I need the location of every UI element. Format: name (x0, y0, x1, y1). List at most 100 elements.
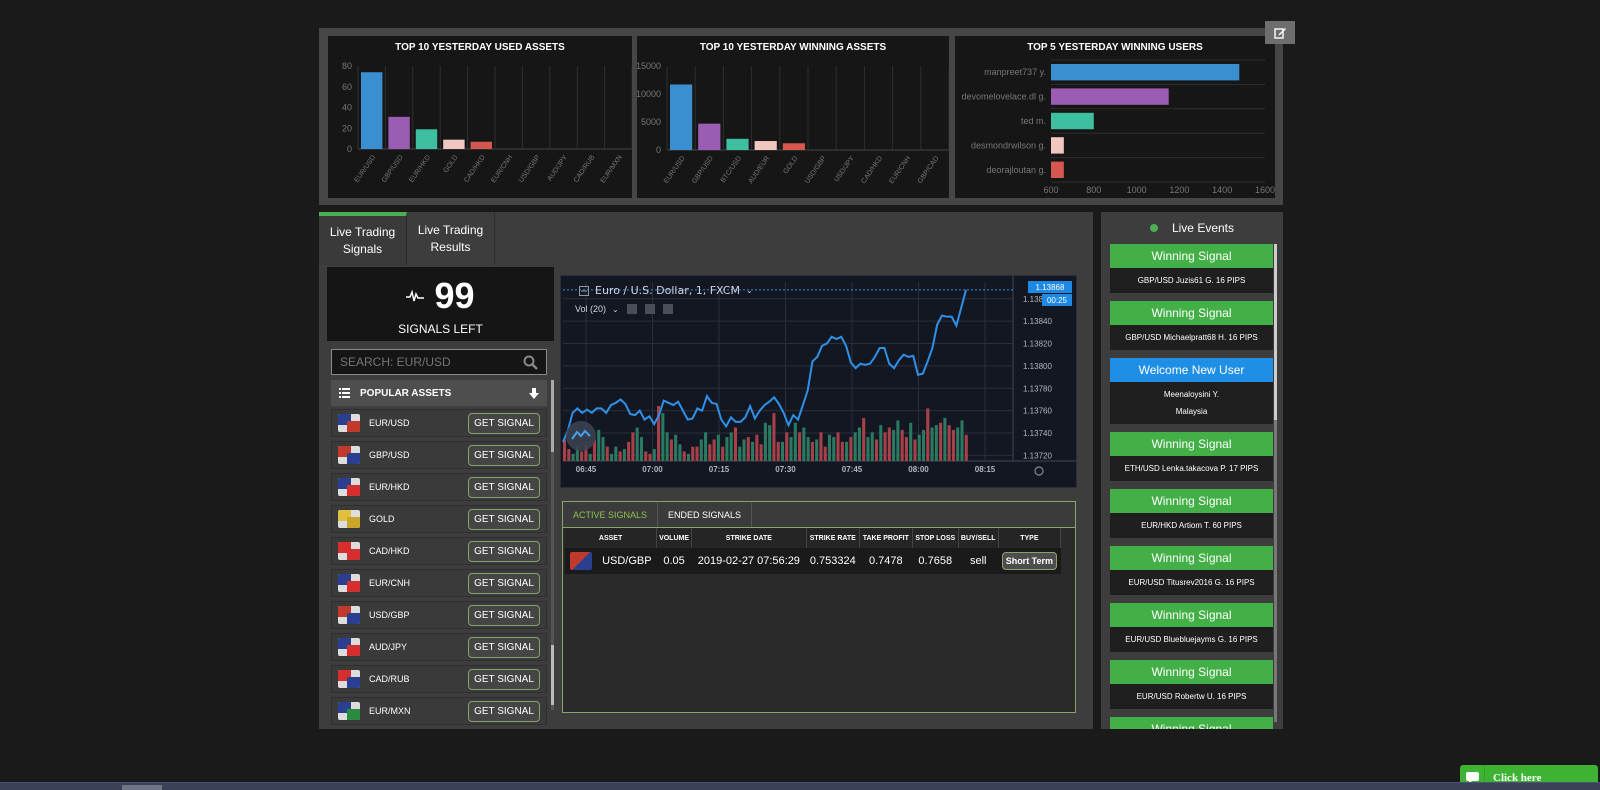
volume-bar (627, 441, 631, 461)
volume-bar (768, 425, 772, 461)
tab-label: Results (430, 239, 471, 254)
bar (470, 141, 492, 149)
bar (1051, 137, 1064, 154)
volume-indicator-row: Vol (20) ⌄ (575, 304, 673, 314)
popular-assets-header[interactable]: POPULAR ASSETS (331, 380, 547, 406)
volume-bar (618, 451, 622, 461)
settings-icon[interactable] (644, 304, 655, 314)
event-body: GBP/USD Juzis61 G. 16 PIPS (1110, 268, 1273, 293)
volume-bar (644, 451, 648, 461)
event-line: GBP/USD Juzis61 G. 16 PIPS (1137, 276, 1246, 285)
get-signal-button[interactable]: GET SIGNAL (468, 604, 540, 626)
volume-bar (810, 441, 814, 461)
get-signal-button[interactable]: GET SIGNAL (468, 508, 540, 530)
volume-bar (806, 437, 810, 461)
time-axis-label: 07:00 (642, 465, 663, 474)
column-header: STOP LOSS (912, 528, 959, 548)
get-signal-button[interactable]: GET SIGNAL (468, 636, 540, 658)
volume-bar (742, 439, 746, 461)
volume-bar (639, 437, 643, 461)
event-body: EUR/USD Titusrev2016 G. 16 PIPS (1110, 570, 1273, 595)
event-item: Welcome New User Meenaloysini Y. Malaysia (1110, 358, 1273, 424)
bar (726, 138, 749, 150)
bar (361, 72, 383, 149)
volume-bar (567, 449, 571, 461)
type-button[interactable]: Short Term (1001, 552, 1058, 570)
event-header: Winning Signal (1110, 717, 1273, 729)
flag-icon (338, 510, 360, 528)
asset-name: EUR/MXN (369, 706, 411, 716)
event-item: Winning Signal GBP/USD Juzis61 G. 16 PIPS (1110, 244, 1273, 293)
volume-bar (802, 427, 806, 461)
x-tick-label: EUR/CNH (888, 155, 912, 185)
volume-bar (691, 446, 695, 461)
x-tick-label: GOLD (782, 155, 799, 175)
get-signal-button[interactable]: GET SIGNAL (468, 444, 540, 466)
live-events-scrollbar[interactable] (1274, 244, 1277, 722)
bar (670, 84, 693, 150)
get-signal-button[interactable]: GET SIGNAL (468, 412, 540, 434)
stop-loss-cell: 0.7658 (912, 548, 959, 574)
get-signal-button[interactable]: GET SIGNAL (468, 700, 540, 722)
y-tick-label: 0 (656, 145, 661, 155)
event-line: EUR/USD Titusrev2016 G. 16 PIPS (1128, 578, 1255, 587)
volume-bar (921, 429, 926, 461)
event-header: Winning Signal (1110, 546, 1273, 570)
winning-assets-svg: 0 5000 10000 15000 EUR/USD GBP/USD BTC/USD AUD/… (637, 61, 949, 185)
event-header: Winning Signal (1110, 244, 1273, 268)
tab-live-trading-signals[interactable]: Live Trading Signals (319, 212, 407, 265)
volume-bar (857, 427, 861, 461)
x-tick-label: USD/JPY (833, 155, 856, 184)
volume-bar (780, 441, 785, 461)
asset-value: USD/GBP (602, 555, 652, 567)
x-tick-label: CAD/HKD (860, 155, 884, 185)
bar (388, 116, 410, 149)
search-icon[interactable] (523, 355, 538, 370)
volume-bar (913, 439, 917, 461)
volume-bar (930, 427, 934, 461)
asset-row: EUR/USD GET SIGNAL (331, 409, 547, 437)
asset-row: GBP/USD GET SIGNAL (331, 441, 547, 469)
type-cell: Short Term (998, 548, 1061, 574)
asset-row: EUR/MXN GET SIGNAL (331, 697, 547, 725)
asset-list-scrollbar[interactable] (551, 380, 554, 710)
edit-button[interactable] (1265, 21, 1295, 44)
chevron-down-icon[interactable]: ⌄ (612, 305, 619, 314)
volume-bar (892, 429, 896, 461)
current-price-tag: 1.13868 (1028, 281, 1072, 293)
bar (443, 139, 465, 149)
volume-bar (759, 444, 763, 461)
flag-icon (338, 670, 360, 688)
edit-icon (1273, 28, 1286, 39)
y-tick-label: 20 (342, 123, 352, 133)
volume-bar (725, 437, 729, 461)
chevron-down-icon[interactable]: ⌄ (746, 286, 753, 295)
tab-live-trading-results[interactable]: Live Trading Results (407, 212, 495, 265)
flag-icon (338, 478, 360, 496)
volume-bar (793, 422, 797, 461)
search-input[interactable] (340, 355, 523, 369)
asset-name: EUR/USD (369, 418, 410, 428)
volume-bar (721, 446, 725, 461)
get-signal-button[interactable]: GET SIGNAL (468, 572, 540, 594)
volume-bar (883, 432, 887, 461)
close-icon[interactable] (662, 304, 673, 314)
volume-bar (755, 434, 759, 461)
get-signal-button[interactable]: GET SIGNAL (468, 668, 540, 690)
collapse-icon[interactable] (579, 285, 589, 296)
eye-icon[interactable] (626, 304, 637, 314)
asset-row: EUR/CNH GET SIGNAL (331, 569, 547, 597)
bar (415, 129, 438, 149)
flag-icon (338, 446, 360, 464)
volume-bar (904, 437, 908, 461)
get-signal-button[interactable]: GET SIGNAL (468, 476, 540, 498)
taskbar-item[interactable] (122, 785, 162, 790)
y-tick-label: deorajloutan g. (986, 165, 1046, 175)
volume-bar (605, 446, 609, 461)
tab-ended-signals[interactable]: ENDED SIGNALS (658, 502, 753, 527)
asset-row: CAD/HKD GET SIGNAL (331, 537, 547, 565)
volume-bar (682, 451, 686, 461)
get-signal-button[interactable]: GET SIGNAL (468, 540, 540, 562)
arrow-down-icon[interactable] (529, 387, 539, 399)
tab-active-signals[interactable]: ACTIVE SIGNALS (563, 502, 659, 527)
